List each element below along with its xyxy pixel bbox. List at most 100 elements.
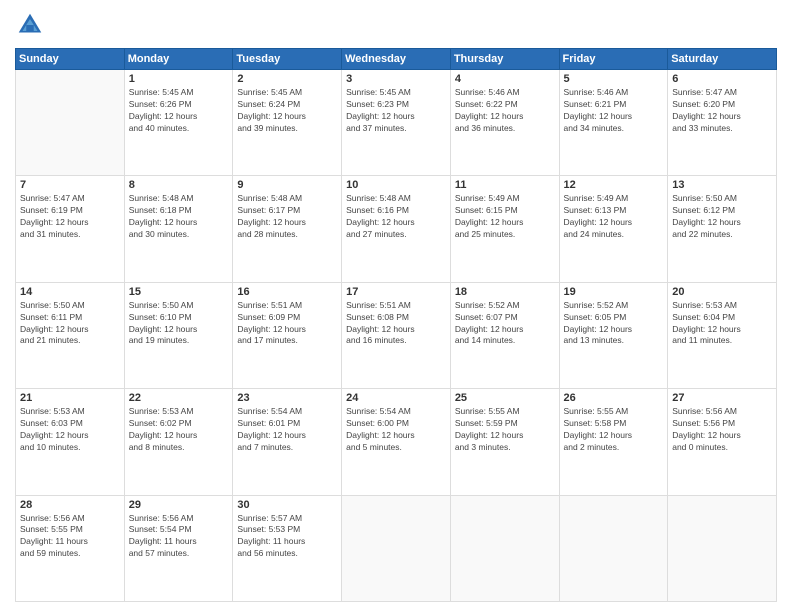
calendar-week-5: 28 Sunrise: 5:56 AMSunset: 5:55 PMDayligh… xyxy=(16,495,777,601)
day-info: Sunrise: 5:56 AMSunset: 5:54 PMDaylight:… xyxy=(129,513,229,561)
calendar-cell: 29 Sunrise: 5:56 AMSunset: 5:54 PMDayligh… xyxy=(124,495,233,601)
day-info: Sunrise: 5:53 AMSunset: 6:03 PMDaylight:… xyxy=(20,406,120,454)
day-info: Sunrise: 5:53 AMSunset: 6:02 PMDaylight:… xyxy=(129,406,229,454)
day-info: Sunrise: 5:52 AMSunset: 6:07 PMDaylight:… xyxy=(455,300,555,348)
day-info: Sunrise: 5:47 AMSunset: 6:20 PMDaylight:… xyxy=(672,87,772,135)
day-info: Sunrise: 5:49 AMSunset: 6:15 PMDaylight:… xyxy=(455,193,555,241)
day-number: 7 xyxy=(20,179,120,191)
header xyxy=(15,10,777,40)
calendar-cell: 9 Sunrise: 5:48 AMSunset: 6:17 PMDaylight… xyxy=(233,176,342,282)
weekday-header-monday: Monday xyxy=(124,49,233,70)
day-info: Sunrise: 5:56 AMSunset: 5:55 PMDaylight:… xyxy=(20,513,120,561)
calendar-header-row: SundayMondayTuesdayWednesdayThursdayFrid… xyxy=(16,49,777,70)
day-number: 19 xyxy=(564,286,664,298)
calendar-week-1: 1 Sunrise: 5:45 AMSunset: 6:26 PMDaylight… xyxy=(16,70,777,176)
calendar-cell: 4 Sunrise: 5:46 AMSunset: 6:22 PMDaylight… xyxy=(450,70,559,176)
calendar-cell: 7 Sunrise: 5:47 AMSunset: 6:19 PMDaylight… xyxy=(16,176,125,282)
day-info: Sunrise: 5:46 AMSunset: 6:21 PMDaylight:… xyxy=(564,87,664,135)
calendar-week-3: 14 Sunrise: 5:50 AMSunset: 6:11 PMDayligh… xyxy=(16,282,777,388)
day-number: 2 xyxy=(237,73,337,85)
day-info: Sunrise: 5:45 AMSunset: 6:24 PMDaylight:… xyxy=(237,87,337,135)
day-info: Sunrise: 5:56 AMSunset: 5:56 PMDaylight:… xyxy=(672,406,772,454)
day-number: 3 xyxy=(346,73,446,85)
logo-icon xyxy=(15,10,45,40)
day-number: 18 xyxy=(455,286,555,298)
day-info: Sunrise: 5:47 AMSunset: 6:19 PMDaylight:… xyxy=(20,193,120,241)
calendar-cell: 12Sunrise: 5:49 AMSunset: 6:13 PMDayligh… xyxy=(559,176,668,282)
day-info: Sunrise: 5:54 AMSunset: 6:00 PMDaylight:… xyxy=(346,406,446,454)
calendar-cell: 30Sunrise: 5:57 AMSunset: 5:53 PMDayligh… xyxy=(233,495,342,601)
day-number: 24 xyxy=(346,392,446,404)
day-info: Sunrise: 5:50 AMSunset: 6:11 PMDaylight:… xyxy=(20,300,120,348)
calendar-cell: 5 Sunrise: 5:46 AMSunset: 6:21 PMDaylight… xyxy=(559,70,668,176)
day-info: Sunrise: 5:51 AMSunset: 6:09 PMDaylight:… xyxy=(237,300,337,348)
weekday-header-tuesday: Tuesday xyxy=(233,49,342,70)
day-number: 16 xyxy=(237,286,337,298)
calendar-cell: 14 Sunrise: 5:50 AMSunset: 6:11 PMDayligh… xyxy=(16,282,125,388)
calendar-cell: 19 Sunrise: 5:52 AMSunset: 6:05 PMDayligh… xyxy=(559,282,668,388)
day-info: Sunrise: 5:48 AMSunset: 6:16 PMDaylight:… xyxy=(346,193,446,241)
day-number: 29 xyxy=(129,499,229,511)
day-info: Sunrise: 5:45 AMSunset: 6:26 PMDaylight:… xyxy=(129,87,229,135)
day-info: Sunrise: 5:50 AMSunset: 6:10 PMDaylight:… xyxy=(129,300,229,348)
day-number: 10 xyxy=(346,179,446,191)
day-info: Sunrise: 5:55 AMSunset: 5:58 PMDaylight:… xyxy=(564,406,664,454)
calendar-cell: 23 Sunrise: 5:54 AMSunset: 6:01 PMDayligh… xyxy=(233,389,342,495)
calendar-cell: 25 Sunrise: 5:55 AMSunset: 5:59 PMDayligh… xyxy=(450,389,559,495)
day-number: 23 xyxy=(237,392,337,404)
day-number: 9 xyxy=(237,179,337,191)
day-info: Sunrise: 5:52 AMSunset: 6:05 PMDaylight:… xyxy=(564,300,664,348)
day-number: 20 xyxy=(672,286,772,298)
day-number: 22 xyxy=(129,392,229,404)
day-number: 28 xyxy=(20,499,120,511)
calendar-cell: 2 Sunrise: 5:45 AMSunset: 6:24 PMDaylight… xyxy=(233,70,342,176)
calendar-cell: 1 Sunrise: 5:45 AMSunset: 6:26 PMDaylight… xyxy=(124,70,233,176)
calendar-cell xyxy=(450,495,559,601)
day-info: Sunrise: 5:55 AMSunset: 5:59 PMDaylight:… xyxy=(455,406,555,454)
day-number: 1 xyxy=(129,73,229,85)
calendar-cell: 10 Sunrise: 5:48 AMSunset: 6:16 PMDayligh… xyxy=(342,176,451,282)
day-number: 14 xyxy=(20,286,120,298)
calendar-cell: 21 Sunrise: 5:53 AMSunset: 6:03 PMDayligh… xyxy=(16,389,125,495)
day-number: 25 xyxy=(455,392,555,404)
calendar-cell xyxy=(559,495,668,601)
day-info: Sunrise: 5:46 AMSunset: 6:22 PMDaylight:… xyxy=(455,87,555,135)
day-number: 21 xyxy=(20,392,120,404)
weekday-header-friday: Friday xyxy=(559,49,668,70)
calendar-table: SundayMondayTuesdayWednesdayThursdayFrid… xyxy=(15,48,777,602)
calendar-cell: 24 Sunrise: 5:54 AMSunset: 6:00 PMDayligh… xyxy=(342,389,451,495)
day-info: Sunrise: 5:45 AMSunset: 6:23 PMDaylight:… xyxy=(346,87,446,135)
day-number: 11 xyxy=(455,179,555,191)
calendar-cell xyxy=(16,70,125,176)
weekday-header-saturday: Saturday xyxy=(668,49,777,70)
calendar-cell xyxy=(342,495,451,601)
day-info: Sunrise: 5:48 AMSunset: 6:18 PMDaylight:… xyxy=(129,193,229,241)
page: SundayMondayTuesdayWednesdayThursdayFrid… xyxy=(0,0,792,612)
calendar-cell: 13Sunrise: 5:50 AMSunset: 6:12 PMDayligh… xyxy=(668,176,777,282)
calendar-cell: 17 Sunrise: 5:51 AMSunset: 6:08 PMDayligh… xyxy=(342,282,451,388)
day-info: Sunrise: 5:51 AMSunset: 6:08 PMDaylight:… xyxy=(346,300,446,348)
calendar-cell: 3 Sunrise: 5:45 AMSunset: 6:23 PMDaylight… xyxy=(342,70,451,176)
day-number: 8 xyxy=(129,179,229,191)
calendar-cell: 26 Sunrise: 5:55 AMSunset: 5:58 PMDayligh… xyxy=(559,389,668,495)
calendar-cell: 16 Sunrise: 5:51 AMSunset: 6:09 PMDayligh… xyxy=(233,282,342,388)
day-info: Sunrise: 5:57 AMSunset: 5:53 PMDaylight:… xyxy=(237,513,337,561)
day-number: 13 xyxy=(672,179,772,191)
day-info: Sunrise: 5:54 AMSunset: 6:01 PMDaylight:… xyxy=(237,406,337,454)
weekday-header-sunday: Sunday xyxy=(16,49,125,70)
day-number: 6 xyxy=(672,73,772,85)
calendar-cell: 6 Sunrise: 5:47 AMSunset: 6:20 PMDaylight… xyxy=(668,70,777,176)
day-info: Sunrise: 5:48 AMSunset: 6:17 PMDaylight:… xyxy=(237,193,337,241)
day-number: 27 xyxy=(672,392,772,404)
day-number: 17 xyxy=(346,286,446,298)
calendar-cell: 15Sunrise: 5:50 AMSunset: 6:10 PMDayligh… xyxy=(124,282,233,388)
day-number: 26 xyxy=(564,392,664,404)
weekday-header-thursday: Thursday xyxy=(450,49,559,70)
calendar-cell: 11 Sunrise: 5:49 AMSunset: 6:15 PMDayligh… xyxy=(450,176,559,282)
calendar-week-4: 21 Sunrise: 5:53 AMSunset: 6:03 PMDayligh… xyxy=(16,389,777,495)
day-number: 4 xyxy=(455,73,555,85)
day-number: 5 xyxy=(564,73,664,85)
logo xyxy=(15,10,49,40)
calendar-cell: 22 Sunrise: 5:53 AMSunset: 6:02 PMDayligh… xyxy=(124,389,233,495)
day-info: Sunrise: 5:53 AMSunset: 6:04 PMDaylight:… xyxy=(672,300,772,348)
